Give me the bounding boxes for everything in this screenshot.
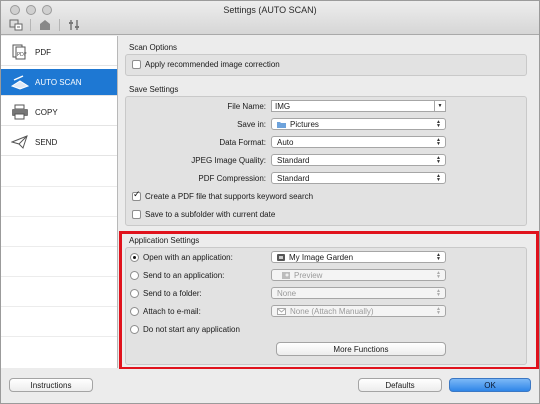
checkbox-box[interactable] <box>132 210 141 219</box>
ok-button[interactable]: OK <box>449 378 531 392</box>
chevron-down-icon: ▼ <box>437 103 443 109</box>
file-name-value: IMG <box>275 101 291 111</box>
toolbar-divider <box>30 19 31 31</box>
checkbox-box[interactable] <box>132 190 141 201</box>
sidebar-divider <box>1 246 117 247</box>
apply-correction-checkbox[interactable]: Apply recommended image correction <box>132 60 280 69</box>
subfolder-checkbox[interactable]: Save to a subfolder with current date <box>132 210 275 219</box>
sidebar: PDF PDF AUTO SCAN COPY SEND <box>1 36 118 368</box>
pdf-compression-label: PDF Compression: <box>198 174 266 183</box>
sidebar-divider <box>1 306 117 307</box>
svg-text:PDF: PDF <box>17 52 27 58</box>
copy-printer-icon <box>9 104 31 120</box>
file-name-dropdown-button[interactable]: ▼ <box>434 101 445 111</box>
window-title: Settings (AUTO SCAN) <box>223 5 317 15</box>
sidebar-item-label: SEND <box>35 137 58 147</box>
toolbar <box>7 18 83 32</box>
sidebar-divider <box>1 216 117 217</box>
general-settings-tab[interactable] <box>65 18 83 32</box>
instructions-button[interactable]: Instructions <box>9 378 93 392</box>
jpeg-quality-label: JPEG Image Quality: <box>191 156 266 165</box>
jpeg-quality-value: Standard <box>277 155 310 165</box>
general-settings-icon <box>69 20 79 30</box>
sidebar-item-label: COPY <box>35 107 58 117</box>
keyword-pdf-label: Create a PDF file that supports keyword … <box>145 192 314 201</box>
sidebar-item-label: PDF <box>35 47 51 57</box>
updown-arrows-icon: ▲ ▼ <box>436 173 441 183</box>
sidebar-divider <box>1 186 117 187</box>
send-plane-icon <box>9 134 31 150</box>
highlight-frame <box>119 231 539 370</box>
file-name-label: File Name: <box>227 102 266 111</box>
keyword-pdf-checkbox[interactable]: Create a PDF file that supports keyword … <box>132 190 314 201</box>
sidebar-item-label: AUTO SCAN <box>35 77 82 87</box>
pdf-compression-value: Standard <box>277 173 310 183</box>
save-in-select[interactable]: Pictures ▲ ▼ <box>271 118 446 130</box>
scan-from-computer-tab[interactable] <box>7 18 25 32</box>
subfolder-label: Save to a subfolder with current date <box>145 210 276 219</box>
save-settings-title: Save Settings <box>129 85 179 94</box>
data-format-select[interactable]: Auto ▲ ▼ <box>271 136 446 148</box>
save-in-label: Save in: <box>237 120 266 129</box>
pdf-document-icon: PDF <box>9 44 31 60</box>
checkbox-box[interactable] <box>132 60 141 69</box>
data-format-value: Auto <box>277 137 294 147</box>
save-in-value: Pictures <box>290 119 319 129</box>
updown-arrows-icon: ▲ ▼ <box>436 155 441 165</box>
folder-icon <box>277 121 286 128</box>
scan-options-title: Scan Options <box>129 43 178 52</box>
title-bar: Settings (AUTO SCAN) <box>1 1 539 35</box>
scan-from-computer-icon <box>9 19 23 31</box>
defaults-button[interactable]: Defaults <box>358 378 442 392</box>
sidebar-divider <box>1 336 117 337</box>
data-format-label: Data Format: <box>219 138 266 147</box>
sidebar-item-auto-scan[interactable]: AUTO SCAN <box>1 69 117 96</box>
sidebar-item-send[interactable]: SEND <box>1 129 117 156</box>
file-name-field[interactable]: IMG ▼ <box>271 100 446 112</box>
save-settings-group: File Name: IMG ▼ Save in: Pictures ▲ ▼ Da… <box>125 96 527 226</box>
apply-correction-label: Apply recommended image correction <box>145 60 280 69</box>
dialog-footer: Instructions Defaults OK <box>1 369 539 403</box>
updown-arrows-icon: ▲ ▼ <box>436 119 441 129</box>
jpeg-quality-select[interactable]: Standard ▲ ▼ <box>271 154 446 166</box>
settings-window: Settings (AUTO SCAN) PDF PDF AUTO SCAN C… <box>0 0 540 404</box>
sidebar-divider <box>1 276 117 277</box>
scan-options-group: Apply recommended image correction <box>125 54 527 76</box>
auto-scan-icon <box>9 74 31 90</box>
scan-from-operation-panel-icon <box>40 20 50 30</box>
pdf-compression-select[interactable]: Standard ▲ ▼ <box>271 172 446 184</box>
sidebar-item-copy[interactable]: COPY <box>1 99 117 126</box>
updown-arrows-icon: ▲ ▼ <box>436 137 441 147</box>
scan-from-operation-panel-tab[interactable] <box>36 18 54 32</box>
toolbar-divider <box>59 19 60 31</box>
sidebar-item-pdf[interactable]: PDF PDF <box>1 39 117 66</box>
